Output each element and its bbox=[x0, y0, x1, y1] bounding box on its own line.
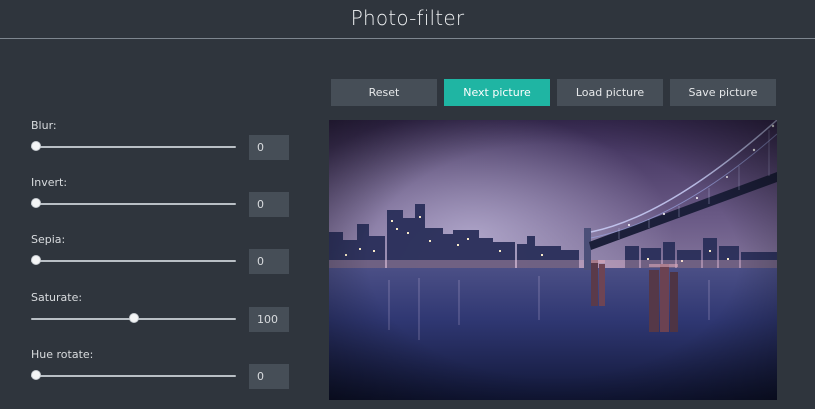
slider-track bbox=[31, 203, 236, 205]
filter-saturate: Saturate: 100 bbox=[31, 291, 291, 341]
filter-label: Hue rotate: bbox=[31, 348, 94, 361]
filter-label: Blur: bbox=[31, 119, 57, 132]
photo-preview bbox=[329, 120, 777, 400]
filter-blur: Blur: 0 bbox=[31, 119, 291, 169]
next-picture-button[interactable]: Next picture bbox=[444, 79, 550, 106]
save-picture-button[interactable]: Save picture bbox=[670, 79, 776, 106]
header: Photo-filter bbox=[0, 0, 815, 39]
saturate-slider[interactable] bbox=[31, 312, 236, 326]
sepia-slider[interactable] bbox=[31, 254, 236, 268]
invert-slider[interactable] bbox=[31, 197, 236, 211]
blur-value[interactable]: 0 bbox=[249, 135, 289, 160]
slider-thumb[interactable] bbox=[31, 198, 41, 208]
blur-slider[interactable] bbox=[31, 140, 236, 154]
filter-invert: Invert: 0 bbox=[31, 176, 291, 226]
filter-hue-rotate: Hue rotate: 0 bbox=[31, 348, 291, 398]
sepia-value[interactable]: 0 bbox=[249, 249, 289, 274]
slider-thumb[interactable] bbox=[31, 255, 41, 265]
load-picture-button[interactable]: Load picture bbox=[557, 79, 663, 106]
slider-track bbox=[31, 146, 236, 148]
slider-thumb[interactable] bbox=[31, 141, 41, 151]
hue-rotate-slider[interactable] bbox=[31, 369, 236, 383]
saturate-value[interactable]: 100 bbox=[249, 307, 289, 332]
filter-sepia: Sepia: 0 bbox=[31, 233, 291, 283]
filter-label: Saturate: bbox=[31, 291, 83, 304]
invert-value[interactable]: 0 bbox=[249, 192, 289, 217]
cityscape-image bbox=[329, 120, 777, 400]
slider-thumb[interactable] bbox=[31, 370, 41, 380]
filter-label: Sepia: bbox=[31, 233, 66, 246]
reset-button[interactable]: Reset bbox=[331, 79, 437, 106]
filter-label: Invert: bbox=[31, 176, 68, 189]
page-title: Photo-filter bbox=[350, 6, 465, 30]
slider-thumb[interactable] bbox=[128, 313, 139, 323]
hue-rotate-value[interactable]: 0 bbox=[249, 364, 289, 389]
photo-filter-app: Photo-filter Reset Next picture Load pic… bbox=[0, 0, 815, 409]
slider-track bbox=[31, 260, 236, 262]
slider-track bbox=[31, 375, 236, 377]
